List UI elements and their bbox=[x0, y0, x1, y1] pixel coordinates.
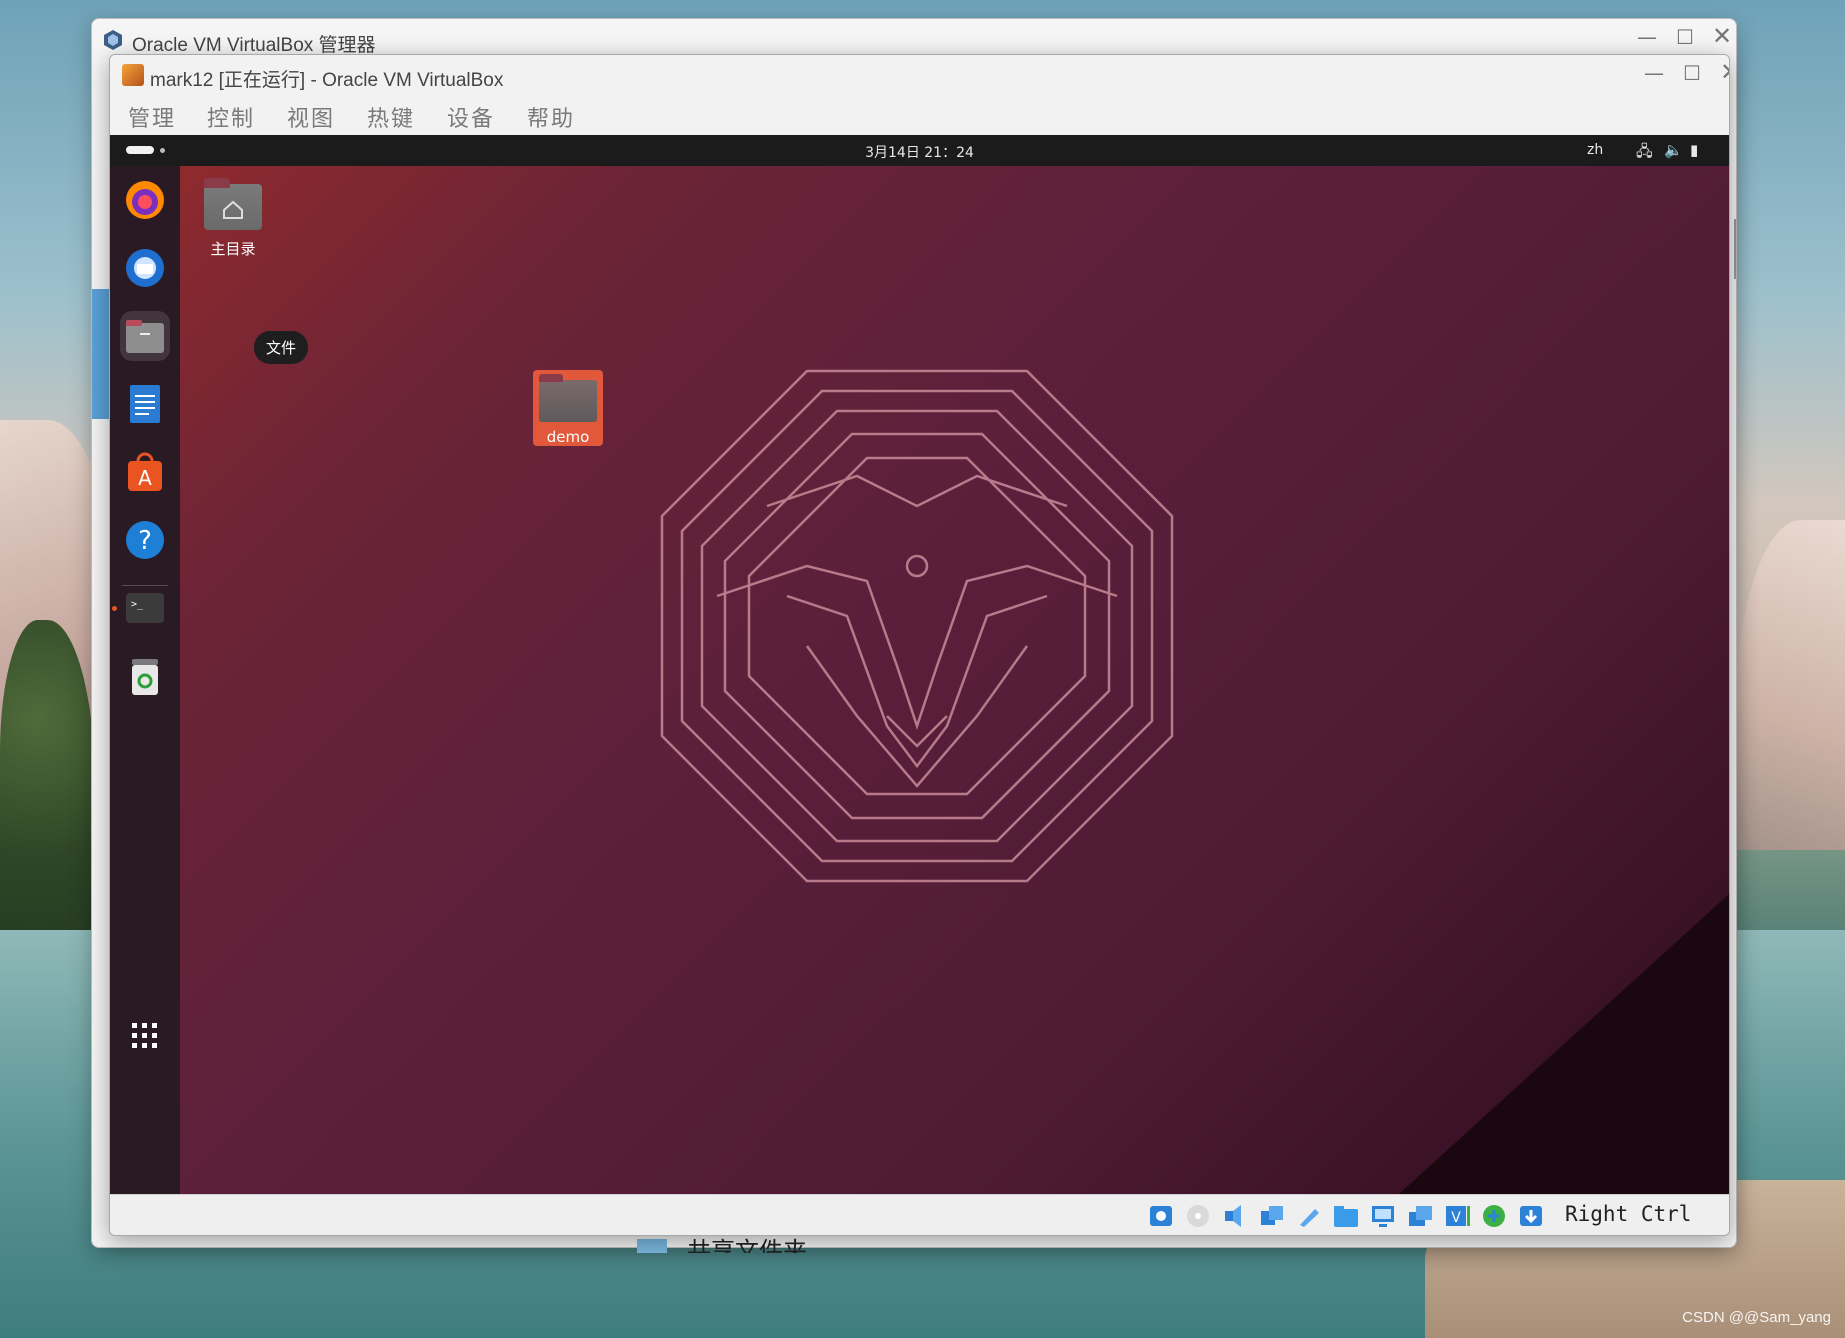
home-folder-label: 主目录 bbox=[210, 240, 256, 258]
audio-icon[interactable] bbox=[1221, 1203, 1249, 1229]
demo-folder-label: demo bbox=[546, 428, 590, 446]
keyboard-capture-icon[interactable] bbox=[1517, 1203, 1545, 1229]
close-icon[interactable]: ✕ bbox=[1702, 22, 1742, 50]
hard-disk-icon[interactable] bbox=[1147, 1203, 1175, 1229]
wallpaper-corner bbox=[1399, 894, 1729, 1194]
gnome-topbar: 3月14日 21：24 zh 🖧 🔈 ▮ bbox=[110, 135, 1729, 166]
writer-icon bbox=[130, 385, 160, 423]
running-indicator bbox=[112, 606, 117, 611]
dock-help[interactable]: ? bbox=[120, 515, 170, 565]
terminal-icon: >_ bbox=[126, 593, 164, 623]
minimize-icon[interactable]: — bbox=[1634, 61, 1674, 85]
menu-manage[interactable]: 管理 bbox=[128, 101, 176, 133]
vm-window[interactable]: mark12 [正在运行] - Oracle VM VirtualBox — ☐… bbox=[109, 54, 1730, 1236]
svg-text:A: A bbox=[138, 466, 152, 490]
desktop-home-folder[interactable]: 主目录 bbox=[197, 178, 269, 259]
firefox-icon bbox=[126, 181, 164, 219]
wallpaper-hill-right bbox=[1735, 520, 1845, 850]
dock: A ? >_ bbox=[110, 166, 180, 1194]
show-apps-button[interactable] bbox=[120, 1011, 170, 1061]
close-icon[interactable]: ✕ bbox=[1710, 58, 1729, 86]
manager-scrollbar[interactable] bbox=[1734, 219, 1736, 279]
watermark: CSDN @@Sam_yang bbox=[1682, 1309, 1831, 1326]
shared-folders-icon[interactable] bbox=[1332, 1203, 1360, 1229]
battery-icon[interactable]: ▮ bbox=[1690, 141, 1698, 159]
mouse-integration-icon[interactable] bbox=[1480, 1203, 1508, 1229]
home-folder-icon bbox=[204, 178, 262, 230]
desktop-demo-folder[interactable]: demo bbox=[533, 370, 603, 446]
clock[interactable]: 3月14日 21：24 bbox=[110, 142, 1729, 162]
dock-software[interactable]: A bbox=[120, 447, 170, 497]
desktop[interactable]: 文件 主目录 demo bbox=[180, 166, 1729, 1194]
host-key-label: Right Ctrl bbox=[1565, 1202, 1692, 1226]
dock-files[interactable] bbox=[120, 311, 170, 361]
svg-text:?: ? bbox=[138, 526, 152, 556]
network-icon[interactable] bbox=[1258, 1203, 1286, 1229]
wallpaper-trees bbox=[0, 620, 95, 950]
svg-text:V: V bbox=[1451, 1210, 1461, 1226]
virtualbox-logo-icon bbox=[104, 30, 122, 50]
vm-statusbar: V Right Ctrl bbox=[110, 1194, 1729, 1235]
files-icon bbox=[126, 320, 164, 353]
menu-help[interactable]: 帮助 bbox=[527, 101, 575, 133]
minimize-icon[interactable]: — bbox=[1627, 25, 1667, 49]
trash-icon bbox=[132, 659, 158, 695]
app-grid-icon bbox=[132, 1023, 157, 1048]
display-icon[interactable] bbox=[1369, 1203, 1397, 1229]
screen-capture-icon[interactable] bbox=[1406, 1203, 1434, 1229]
vm-os-icon bbox=[122, 64, 144, 86]
dock-firefox[interactable] bbox=[120, 175, 170, 225]
volume-icon[interactable]: 🔈 bbox=[1664, 141, 1683, 159]
manager-title: Oracle VM VirtualBox 管理器 bbox=[132, 35, 376, 56]
thunderbird-icon bbox=[126, 249, 164, 287]
maximize-icon[interactable]: ☐ bbox=[1665, 25, 1705, 49]
menu-control[interactable]: 控制 bbox=[207, 101, 255, 133]
manager-selection-strip bbox=[92, 289, 110, 419]
dock-trash[interactable] bbox=[120, 651, 170, 701]
help-icon: ? bbox=[126, 521, 164, 559]
optical-disk-icon[interactable] bbox=[1184, 1203, 1212, 1229]
maximize-icon[interactable]: ☐ bbox=[1672, 61, 1712, 85]
folder-icon bbox=[539, 374, 597, 422]
dock-thunderbird[interactable] bbox=[120, 243, 170, 293]
vm-title: mark12 [正在运行] - Oracle VM VirtualBox bbox=[150, 70, 504, 91]
house-icon bbox=[223, 200, 243, 219]
guest-additions-icon[interactable]: V bbox=[1443, 1203, 1471, 1229]
menu-hotkeys[interactable]: 热键 bbox=[367, 101, 415, 133]
menu-devices[interactable]: 设备 bbox=[447, 101, 495, 133]
dock-tooltip: 文件 bbox=[254, 331, 309, 364]
software-icon: A bbox=[128, 452, 162, 491]
usb-icon[interactable] bbox=[1295, 1203, 1323, 1229]
svg-text:>_: >_ bbox=[131, 599, 144, 610]
network-icon[interactable]: 🖧 bbox=[1636, 141, 1653, 166]
dock-terminal[interactable]: >_ bbox=[120, 583, 170, 633]
vm-menubar: 管理 控制 视图 热键 设备 帮助 bbox=[110, 97, 1729, 135]
dock-writer[interactable] bbox=[120, 379, 170, 429]
wallpaper-maze-emblem bbox=[660, 369, 1174, 883]
guest-screen[interactable]: 3月14日 21：24 zh 🖧 🔈 ▮ A ? >_ 文件 主目录 demo bbox=[110, 135, 1729, 1194]
menu-view[interactable]: 视图 bbox=[287, 101, 335, 133]
shared-folder-icon bbox=[637, 1239, 667, 1253]
input-method[interactable]: zh bbox=[1587, 142, 1603, 158]
vm-titlebar[interactable]: mark12 [正在运行] - Oracle VM VirtualBox — ☐… bbox=[110, 55, 1729, 97]
